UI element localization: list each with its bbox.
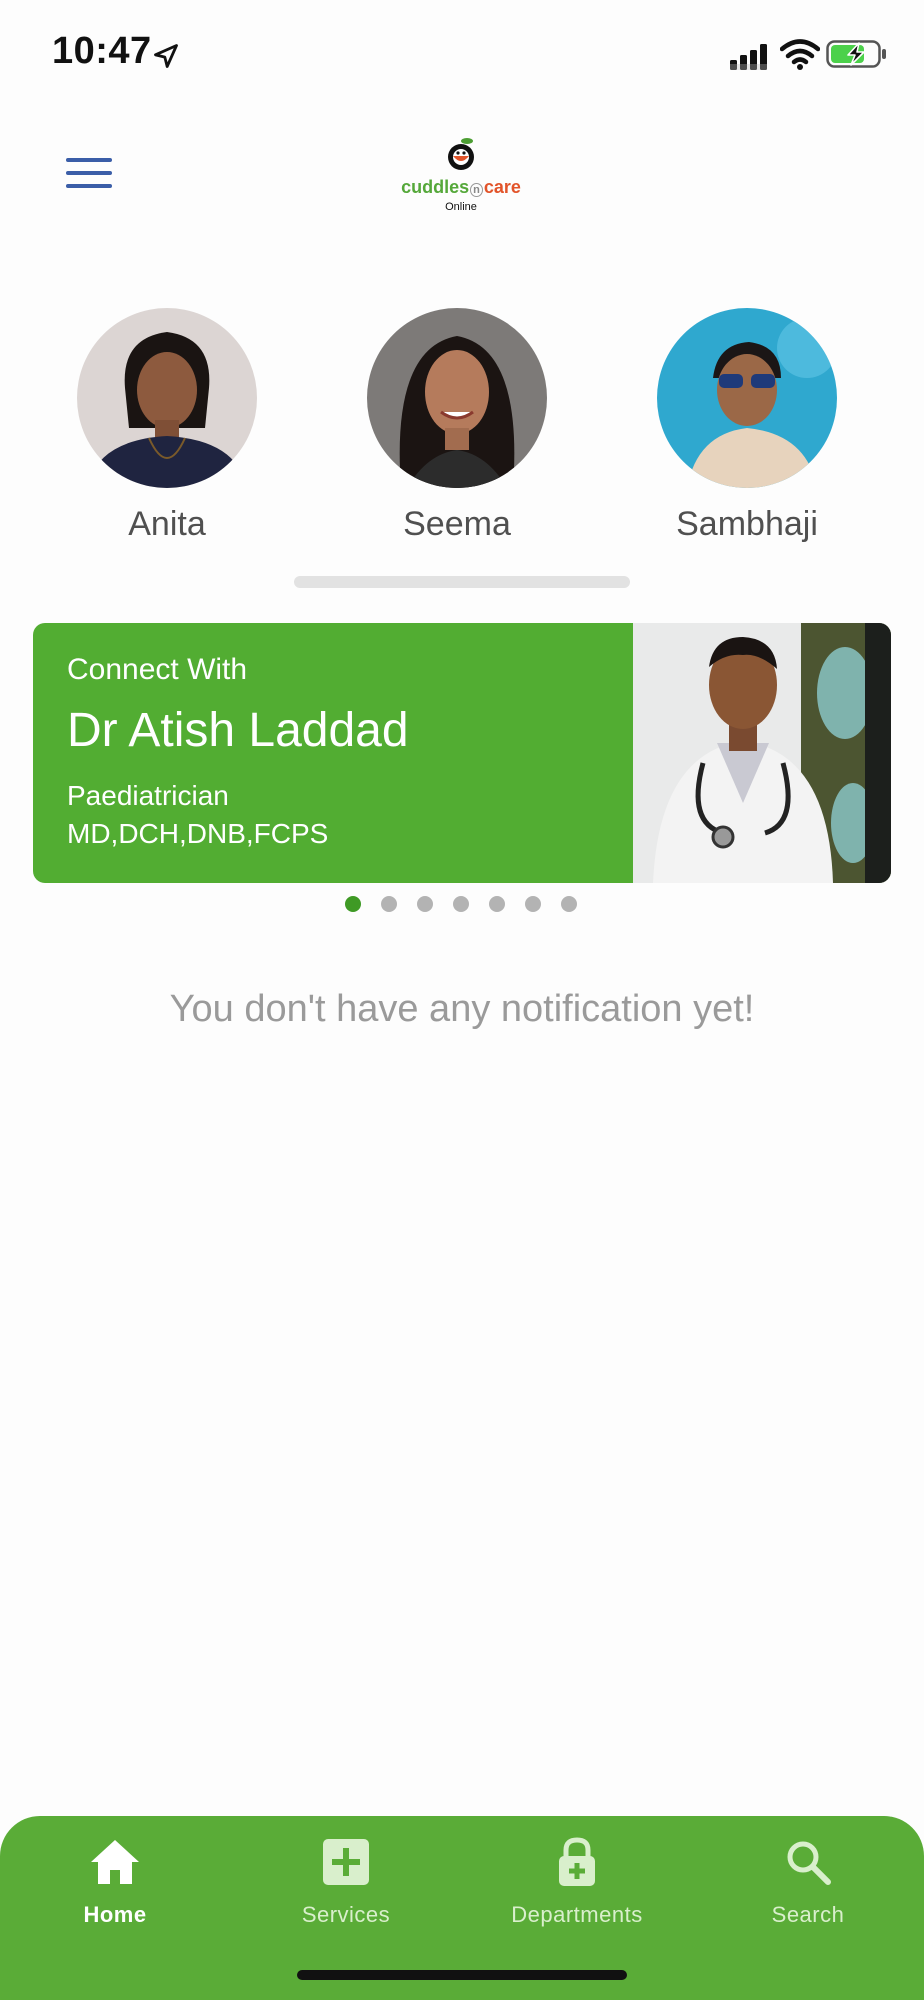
carousel-dot[interactable]: [561, 896, 577, 912]
home-icon: [91, 1840, 139, 1884]
logo-word-n: n: [470, 183, 483, 197]
hamburger-line: [66, 184, 112, 188]
status-time: 10:47: [52, 30, 152, 72]
doctor-avatar: [367, 308, 547, 488]
logo-wordmark: cuddles n care: [386, 177, 536, 200]
nav-label: Home: [83, 1902, 147, 1927]
carousel-dot[interactable]: [417, 896, 433, 912]
app-logo: cuddles n care Online: [386, 136, 536, 214]
nav-label: Services: [301, 1902, 391, 1927]
doctors-row: Anita Seema Sambhaji: [0, 308, 924, 543]
doctor-card-anita[interactable]: Anita: [57, 308, 277, 544]
carousel-dot[interactable]: [345, 896, 361, 912]
banner-specialty: Paediatrician: [67, 780, 229, 811]
search-icon: [787, 1841, 831, 1885]
location-arrow-icon: [154, 44, 178, 68]
nav-item-services[interactable]: Services: [246, 1836, 446, 1928]
horizontal-scrollbar[interactable]: [294, 576, 630, 588]
doctor-name: Seema: [403, 505, 511, 543]
banner-connect-label: Connect With: [67, 653, 248, 686]
doctor-avatar: [657, 308, 837, 488]
doctor-photo: [633, 623, 891, 883]
carousel-indicator: [345, 896, 577, 912]
logo-mark-icon: [448, 138, 474, 170]
status-bar: 10:47: [0, 0, 924, 110]
home-screen: 10:47 cuddles n care Online Anita Seema …: [0, 0, 924, 2000]
doctor-name: Sambhaji: [676, 505, 818, 543]
connect-doctor-banner[interactable]: Connect With Dr Atish Laddad Paediatrici…: [33, 623, 891, 883]
hamburger-line: [66, 171, 112, 175]
doctor-avatar: [77, 308, 257, 488]
nav-item-home[interactable]: Home: [15, 1836, 215, 1928]
carousel-dot[interactable]: [489, 896, 505, 912]
carousel-dot[interactable]: [525, 896, 541, 912]
carousel-dot[interactable]: [381, 896, 397, 912]
cellular-signal-icon: [730, 44, 767, 70]
banner-doctor-name: Dr Atish Laddad: [67, 704, 409, 757]
hamburger-line: [66, 158, 112, 162]
carousel-dot[interactable]: [453, 896, 469, 912]
logo-word-care: care: [483, 177, 521, 197]
plus-box-icon: [323, 1839, 369, 1885]
doctor-card-sambhaji[interactable]: Sambhaji: [637, 308, 857, 544]
empty-notifications-message: You don't have any notification yet!: [169, 988, 755, 1030]
doctor-name: Anita: [128, 505, 206, 543]
nav-item-departments[interactable]: Departments: [477, 1836, 677, 1928]
banner-text: Connect With Dr Atish Laddad Paediatrici…: [67, 653, 409, 850]
nav-item-search[interactable]: Search: [708, 1836, 908, 1928]
doctor-card-seema[interactable]: Seema: [347, 308, 567, 544]
logo-word-cuddles: cuddles: [401, 177, 470, 197]
nav-label: Search: [771, 1902, 845, 1927]
home-indicator-bar[interactable]: [297, 1970, 627, 1980]
menu-button[interactable]: [66, 158, 112, 188]
battery-charging-icon: [826, 40, 886, 68]
banner-degrees: MD,DCH,DNB,FCPS: [67, 818, 329, 849]
logo-subtitle: Online: [445, 201, 477, 213]
lock-plus-icon: [559, 1837, 595, 1886]
nav-label: Departments: [511, 1902, 643, 1927]
wifi-icon: [780, 39, 820, 70]
